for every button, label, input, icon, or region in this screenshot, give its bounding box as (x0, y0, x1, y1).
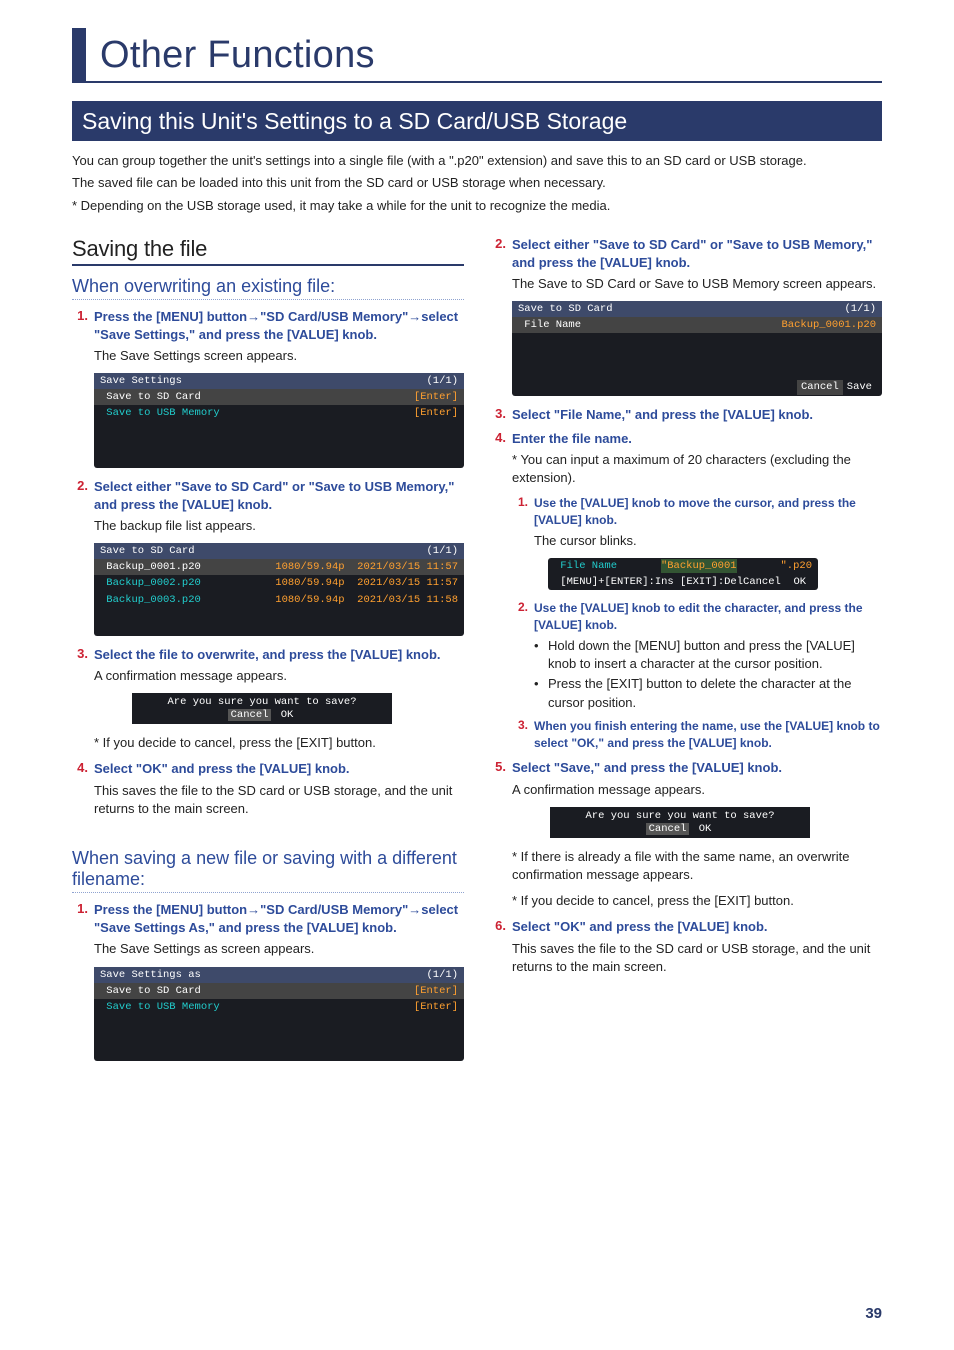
r-sub2-title: Use the [VALUE] knob to edit the charact… (534, 600, 882, 634)
r-step5-n1: If there is already a file with the same… (512, 848, 882, 884)
intro-block: You can group together the unit's settin… (72, 151, 882, 216)
step-num: 2. (490, 236, 512, 272)
step-num: 1. (72, 308, 94, 344)
r-step5-n2: If you decide to cancel, press the [EXIT… (512, 892, 882, 910)
newfile-heading: When saving a new file or saving with a … (72, 848, 464, 893)
r-sub1-body: The cursor blinks. (534, 532, 882, 550)
step-num: 3. (72, 646, 94, 664)
r-step2-body: The Save to SD Card or Save to USB Memor… (512, 275, 882, 293)
save-to-sd-screen: Save to SD Card(1/1) File NameBackup_000… (512, 301, 882, 396)
overwriting-heading: When overwriting an existing file: (72, 276, 464, 300)
ow-step1-body: The Save Settings screen appears. (94, 347, 464, 365)
confirm-dialog: Are you sure you want to save? Cancel OK (132, 693, 392, 724)
save-settings-as-screen: Save Settings as(1/1) Save to SD Card[En… (94, 967, 464, 1062)
confirm-dialog-2: Are you sure you want to save? Cancel OK (550, 807, 810, 838)
section-title: Saving this Unit's Settings to a SD Card… (72, 105, 882, 140)
sub-num: 1. (512, 495, 534, 529)
ow-step2-title: Select either "Save to SD Card" or "Save… (94, 478, 464, 514)
save-settings-screen: Save Settings(1/1) Save to SD Card[Enter… (94, 373, 464, 468)
left-column: Saving the file When overwriting an exis… (72, 236, 464, 1072)
step-num: 4. (72, 760, 94, 778)
ow-step3-body: A confirmation message appears. (94, 667, 464, 685)
r-step5-title: Select "Save," and press the [VALUE] kno… (512, 759, 782, 777)
ow-step4-body: This saves the file to the SD card or US… (94, 782, 464, 818)
step-num: 3. (490, 406, 512, 424)
r-sub1-title: Use the [VALUE] knob to move the cursor,… (534, 495, 882, 529)
r-step4-title: Enter the file name. (512, 430, 632, 448)
cancel-button: Cancel (228, 709, 272, 721)
ow-step3-note: If you decide to cancel, press the [EXIT… (94, 734, 464, 752)
ok-button: OK (278, 709, 297, 721)
intro-note: Depending on the USB storage used, it ma… (72, 196, 882, 216)
page-title: Other Functions (100, 34, 882, 77)
ow-step3-title: Select the file to overwrite, and press … (94, 646, 441, 664)
r-step2-title: Select either "Save to SD Card" or "Save… (512, 236, 882, 272)
section-bar: Saving this Unit's Settings to a SD Card… (72, 101, 882, 141)
right-column: 2.Select either "Save to SD Card" or "Sa… (490, 236, 882, 1072)
ow-step1-title: Press the [MENU] button→"SD Card/USB Mem… (94, 308, 464, 344)
sub-num: 2. (512, 600, 534, 634)
step-num: 2. (72, 478, 94, 514)
step-num: 4. (490, 430, 512, 448)
page-title-bar: Other Functions (72, 28, 882, 83)
ok-button: OK (696, 823, 715, 835)
r-sub2-b1: Hold down the [MENU] button and press th… (534, 637, 882, 673)
intro-p1: You can group together the unit's settin… (72, 151, 882, 171)
r-step4-note: You can input a maximum of 20 characters… (512, 451, 882, 487)
backup-list-screen: Save to SD Card(1/1) Backup_0001.p201080… (94, 543, 464, 636)
step-num: 5. (490, 759, 512, 777)
ow-step2-body: The backup file list appears. (94, 517, 464, 535)
nf-step1-body: The Save Settings as screen appears. (94, 940, 464, 958)
r-step3-title: Select "File Name," and press the [VALUE… (512, 406, 813, 424)
nf-step1-title: Press the [MENU] button→"SD Card/USB Mem… (94, 901, 464, 937)
r-step6-title: Select "OK" and press the [VALUE] knob. (512, 918, 768, 936)
cancel-button: Cancel (646, 823, 690, 835)
ow-step4-title: Select "OK" and press the [VALUE] knob. (94, 760, 350, 778)
filename-edit-screen: File Name"Backup_0001".p20 [MENU]+[ENTER… (548, 558, 818, 590)
intro-p2: The saved file can be loaded into this u… (72, 173, 882, 193)
r-step6-body: This saves the file to the SD card or US… (512, 940, 882, 976)
saving-file-heading: Saving the file (72, 236, 464, 266)
r-sub2-b2: Press the [EXIT] button to delete the ch… (534, 675, 882, 711)
page-number: 39 (865, 1305, 882, 1322)
r-sub3-title: When you finish entering the name, use t… (534, 718, 882, 752)
step-num: 1. (72, 901, 94, 937)
sub-num: 3. (512, 718, 534, 752)
step-num: 6. (490, 918, 512, 936)
r-step5-body: A confirmation message appears. (512, 781, 882, 799)
